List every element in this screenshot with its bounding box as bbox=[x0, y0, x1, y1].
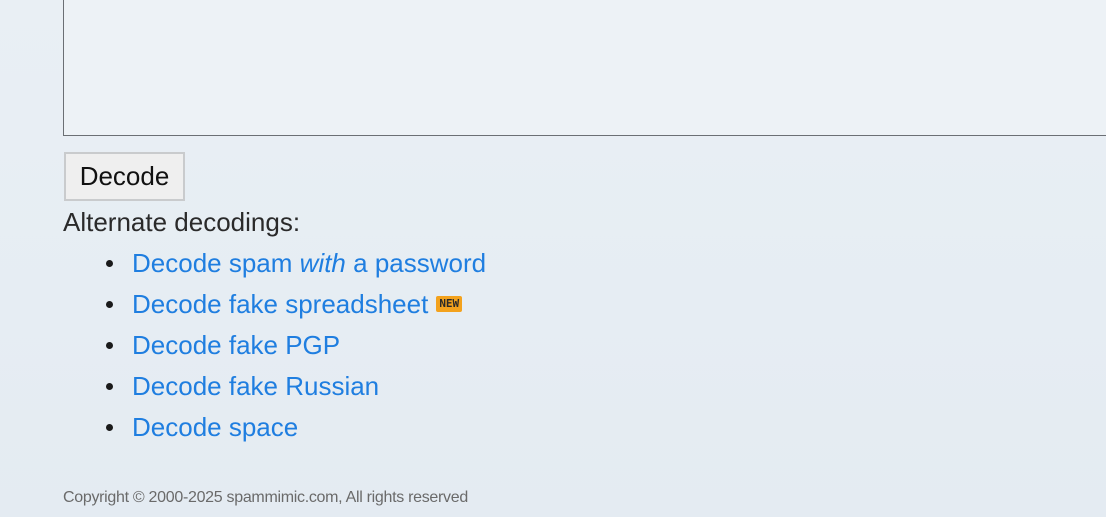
alternate-decodings-list: Decode spam with a password Decode fake … bbox=[100, 246, 486, 451]
decode-fake-pgp-link[interactable]: Decode fake PGP bbox=[132, 330, 340, 360]
new-badge-icon: NEW bbox=[436, 296, 463, 313]
bullet-icon bbox=[106, 424, 113, 431]
list-item: Decode space bbox=[100, 410, 486, 451]
alternate-decodings-label: Alternate decodings: bbox=[63, 207, 301, 237]
decode-fake-spreadsheet-link[interactable]: Decode fake spreadsheet bbox=[132, 289, 428, 319]
decode-space-link[interactable]: Decode space bbox=[132, 412, 298, 442]
list-item: Decode fake spreadsheet NEW bbox=[100, 287, 486, 328]
bullet-icon bbox=[106, 383, 113, 390]
decode-with-password-link[interactable]: Decode spam with a password bbox=[132, 248, 486, 278]
decode-button[interactable]: Decode bbox=[64, 152, 185, 201]
decode-fake-russian-link[interactable]: Decode fake Russian bbox=[132, 371, 379, 401]
list-item: Decode fake Russian bbox=[100, 369, 486, 410]
copyright-footer: Copyright © 2000-2025 spammimic.com, All… bbox=[63, 489, 468, 506]
list-item: Decode spam with a password bbox=[100, 246, 486, 287]
bullet-icon bbox=[106, 342, 113, 349]
bullet-icon bbox=[106, 260, 113, 267]
bullet-icon bbox=[106, 301, 113, 308]
list-item: Decode fake PGP bbox=[100, 328, 486, 369]
spam-input-textarea[interactable] bbox=[63, 0, 1106, 136]
